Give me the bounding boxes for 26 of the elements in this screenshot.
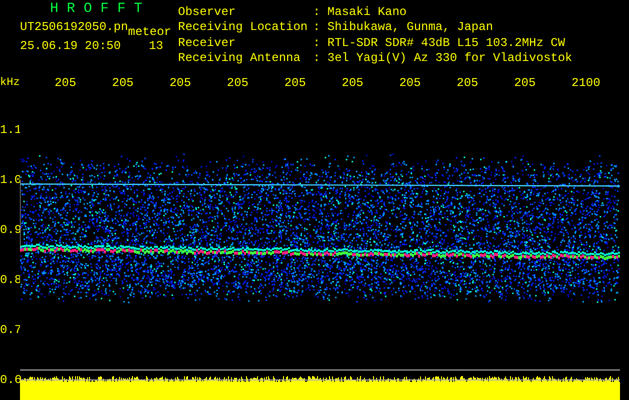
info-value: : Shibukawa, Gunma, Japan [313,20,494,36]
frequency-label: 0.7 [0,323,20,337]
time-label: 205 [514,76,537,91]
time-label: 2100 [572,76,602,91]
time-label: 205 [112,76,135,91]
info-label: Receiving Location [178,20,309,36]
time-label: 205 [169,76,192,91]
frequency-label: 1.1 [0,123,20,137]
info-label: Receiving Antenna [178,50,302,66]
info-label: Receiver [178,36,237,51]
info-value: : 3el Yagi(V) Az 330 for Vladivostok [313,50,572,66]
time-label: 205 [54,76,78,91]
info-value: : Masaki Kano [313,5,408,20]
count-label: 13 [148,39,164,54]
time-label: 205 [284,76,307,91]
timestamp: 25.06.19 20:50 [20,39,121,54]
time-label: 205 [456,76,480,91]
info-value: : RTL-SDR SDR# 43dB L15 103.2MHz CW [313,36,566,51]
time-label: 205 [342,76,364,91]
file-name: UT2506192050.pn [20,20,128,35]
time-label: 205 [226,76,250,91]
app-title: H R O F F T [50,2,142,17]
info-label: Observer [178,5,237,20]
tag-label: meteor [128,25,172,40]
axis-unit: kHz [0,76,21,91]
time-label: 205 [399,76,422,91]
